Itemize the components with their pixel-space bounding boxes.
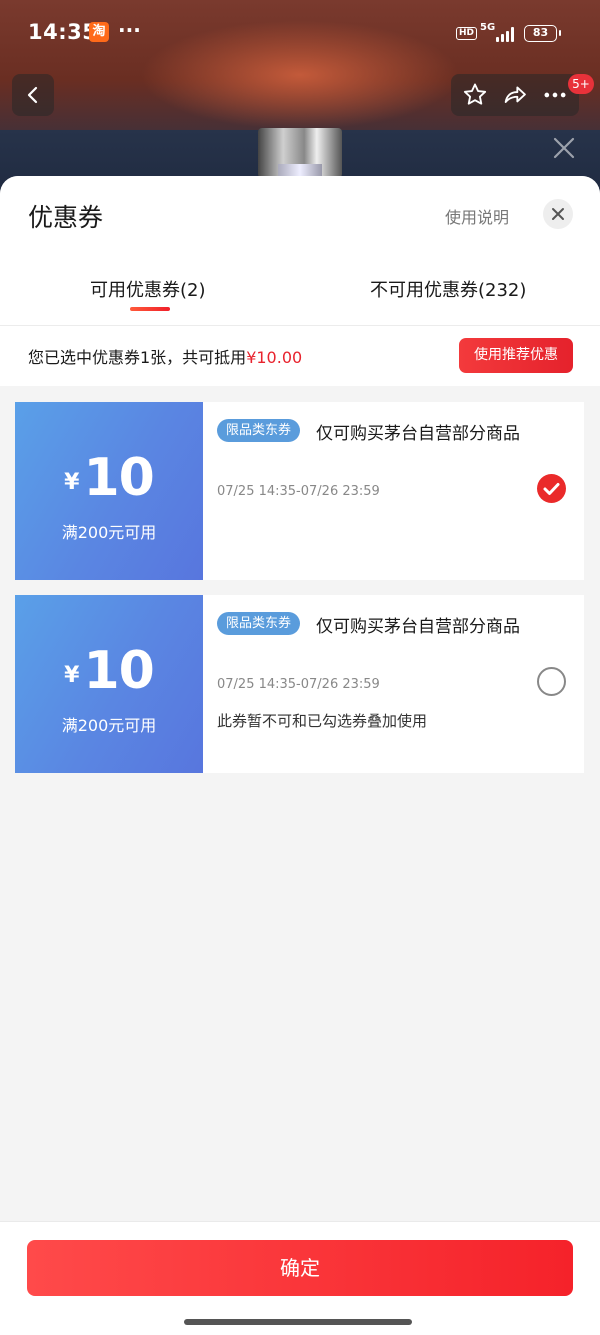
top-action-group: [451, 74, 579, 116]
backdrop-close-icon: [553, 137, 575, 159]
coupon-value: 10: [83, 448, 154, 508]
currency-symbol: ¥: [64, 663, 80, 688]
star-icon[interactable]: [461, 81, 489, 109]
tab-unavailable-coupons[interactable]: 不可用优惠券(232): [370, 276, 526, 302]
coupon-amount: ¥10: [15, 448, 203, 508]
coupon-stacking-note: 此券暂不可和已勾选券叠加使用: [217, 712, 428, 730]
coupon-checkbox-unchecked[interactable]: [537, 667, 566, 696]
selection-summary: 您已选中优惠券1张，共可抵用¥10.00: [28, 344, 302, 368]
coupon-condition: 满200元可用: [61, 523, 157, 542]
sheet-header: 优惠券 使用说明 可用优惠券(2) 不可用优惠券(232) 您已选中优惠券1张，…: [0, 176, 600, 386]
coupon-card[interactable]: ¥10 满200元可用 限品类东券 仅可购买茅台自营部分商品 07/25 14:…: [11, 595, 584, 773]
chevron-left-icon: [27, 86, 38, 104]
coupon-category-tag: 限品类东券: [217, 419, 301, 442]
usage-instructions-link[interactable]: 使用说明: [445, 204, 509, 228]
coupon-description: 仅可购买茅台自营部分商品: [316, 617, 520, 637]
coupon-condition: 满200元可用: [61, 716, 157, 735]
status-time: 14:35: [28, 20, 98, 44]
coupon-value-panel: ¥10 满200元可用: [11, 595, 203, 773]
status-more-icon: ···: [118, 18, 141, 42]
currency-symbol: ¥: [64, 470, 80, 495]
coupon-amount: ¥10: [15, 641, 203, 701]
coupon-value-panel: ¥10 满200元可用: [11, 402, 203, 580]
signal-icon: [496, 27, 516, 42]
active-tab-indicator: [130, 307, 170, 311]
coupon-card[interactable]: ¥10 满200元可用 限品类东券 仅可购买茅台自营部分商品 07/25 14:…: [11, 402, 584, 580]
battery-icon: 83: [524, 25, 561, 42]
use-recommended-button[interactable]: 使用推荐优惠: [459, 338, 573, 373]
more-dots-icon[interactable]: [541, 81, 569, 109]
tab-available-coupons[interactable]: 可用优惠券(2): [90, 276, 206, 302]
summary-amount: ¥10.00: [246, 348, 303, 367]
share-icon[interactable]: [501, 81, 529, 109]
confirm-button[interactable]: 确定: [27, 1240, 573, 1296]
divider: [0, 325, 600, 326]
checkmark-icon: [543, 483, 560, 495]
close-icon: [552, 208, 564, 220]
hd-icon: HD: [456, 27, 478, 40]
status-bar: 14:35 淘 ··· HD 5G 83: [0, 0, 600, 68]
network-type: 5G: [480, 22, 496, 33]
coupon-sheet: 优惠券 使用说明 可用优惠券(2) 不可用优惠券(232) 您已选中优惠券1张，…: [0, 176, 600, 1335]
sheet-title: 优惠券: [28, 203, 104, 232]
sheet-footer: 确定: [0, 1221, 600, 1335]
summary-text: 您已选中优惠券1张，共可抵用: [28, 348, 247, 367]
coupon-description: 仅可购买茅台自营部分商品: [316, 424, 520, 444]
coupon-validity: 07/25 14:35-07/26 23:59: [217, 484, 380, 499]
coupon-validity: 07/25 14:35-07/26 23:59: [217, 677, 380, 692]
coupon-category-tag: 限品类东券: [217, 612, 301, 635]
notification-badge: 5+: [568, 74, 594, 94]
product-image: [258, 128, 342, 178]
back-button[interactable]: [12, 74, 54, 116]
taobao-app-icon: 淘: [89, 22, 109, 42]
coupon-value: 10: [83, 641, 154, 701]
close-button[interactable]: [543, 199, 573, 229]
home-indicator[interactable]: [184, 1319, 412, 1325]
coupon-checkbox-checked[interactable]: [537, 474, 566, 503]
